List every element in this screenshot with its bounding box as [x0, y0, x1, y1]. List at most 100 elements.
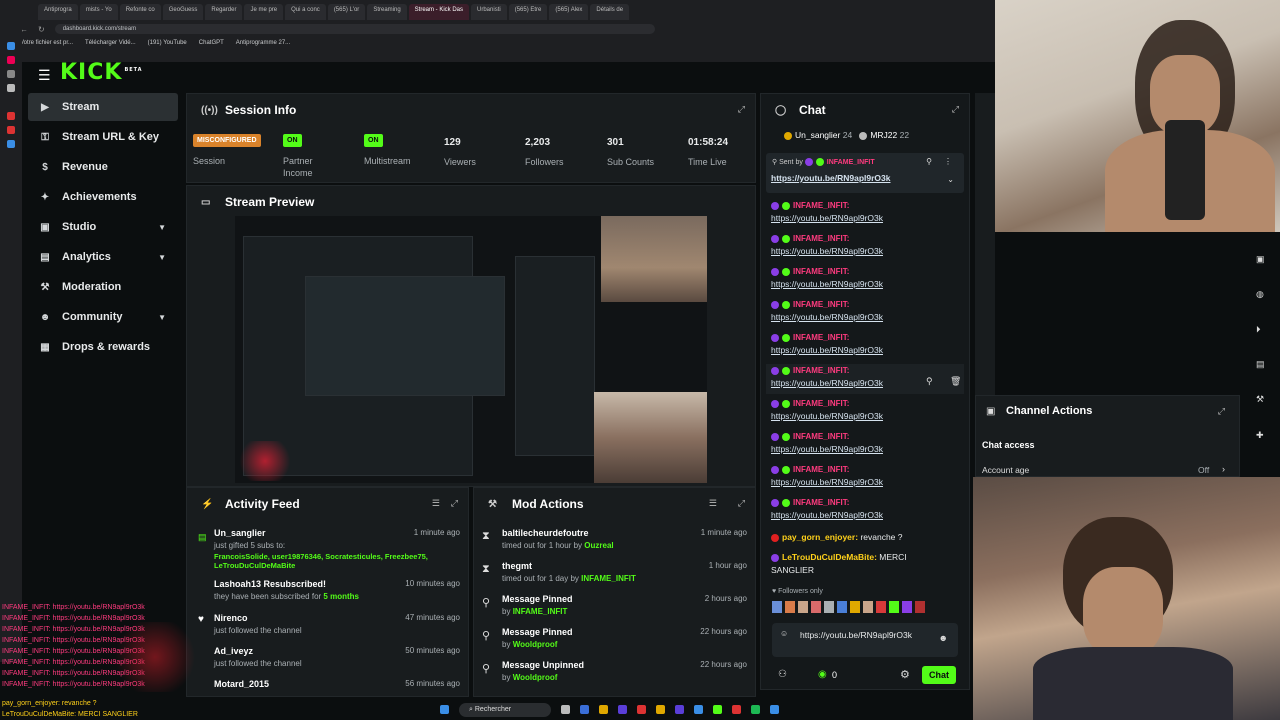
browser-tab[interactable]: Streaming [367, 4, 407, 20]
filter-icon[interactable]: ☰ [432, 498, 440, 509]
browser-tab[interactable]: Détails de [590, 4, 630, 20]
bookmark[interactable]: (191) YouTube [148, 40, 187, 46]
sidebar-item-revenue[interactable]: $ Revenue [28, 153, 178, 181]
chat-username[interactable]: INFAME_INFIT: [793, 234, 849, 243]
chat-username[interactable]: INFAME_INFIT: [793, 465, 849, 474]
browser-tab[interactable]: GeoGuess [162, 4, 204, 20]
spotify-icon[interactable] [751, 705, 761, 714]
browser-tab[interactable]: Urbanisti [471, 4, 507, 20]
tool-icon[interactable]: ▤ [1256, 359, 1265, 370]
expand-icon[interactable]: ⤢ [738, 498, 745, 509]
chat-username[interactable]: LeTrouDuCulDeMaBite: [782, 552, 877, 562]
emote[interactable] [824, 601, 834, 613]
app-icon[interactable] [7, 112, 15, 120]
expand-icon[interactable]: ⤢ [952, 104, 959, 115]
emote[interactable] [876, 601, 886, 613]
browser-tab[interactable]: Qui a conc [285, 4, 326, 20]
top-user[interactable]: MRJ22 [870, 130, 897, 140]
taskbar-app-icon[interactable] [656, 705, 666, 714]
sidebar-item-stream-url-key[interactable]: ⚿ Stream URL & Key [28, 123, 178, 151]
app-icon[interactable] [7, 70, 15, 78]
chevron-down-icon[interactable]: ▼ [158, 313, 166, 322]
browser-tab[interactable]: Refonte co [119, 4, 161, 20]
sidebar-item-analytics[interactable]: ▤ Analytics ▼ [28, 243, 178, 271]
chat-username[interactable]: INFAME_INFIT: [793, 399, 849, 408]
bookmark[interactable]: Télécharger Vidé... [85, 40, 136, 46]
emote[interactable] [837, 601, 847, 613]
taskbar-app-icon[interactable] [694, 705, 704, 714]
chat-input-value[interactable]: https://youtu.be/RN9apl9rO3k [800, 629, 924, 641]
sidebar-item-achievements[interactable]: ✦ Achievements [28, 183, 178, 211]
pin-icon[interactable]: ⚲ [926, 157, 932, 166]
app-icon[interactable] [7, 84, 15, 92]
pinned-link[interactable]: https://youtu.be/RN9apl9rO3k [771, 173, 891, 183]
chat-link[interactable]: https://youtu.be/RN9apl9rO3k [771, 312, 883, 322]
browser-tab[interactable]: (565) Etre [508, 4, 548, 20]
chat-link[interactable]: https://youtu.be/RN9apl9rO3k [771, 246, 883, 256]
chat-username[interactable]: INFAME_INFIT: [793, 201, 849, 210]
emoji-icon[interactable]: ☻ [939, 633, 948, 643]
expand-icon[interactable]: ⤢ [451, 498, 458, 509]
taskbar-app-icon[interactable] [732, 705, 742, 714]
chat-username[interactable]: INFAME_INFIT: [793, 366, 849, 375]
send-chat-button[interactable]: Chat [922, 666, 956, 684]
address-bar[interactable]: dashboard.kick.com/stream [54, 24, 655, 34]
filter-icon[interactable]: ☰ [709, 498, 717, 509]
browser-tab-active[interactable]: Stream - Kick Das [408, 4, 470, 20]
sidebar-item-stream[interactable]: ▶ Stream [28, 93, 178, 121]
expand-icon[interactable]: ⤢ [738, 104, 745, 115]
chat-username[interactable]: INFAME_INFIT: [793, 300, 849, 309]
emote[interactable] [785, 601, 795, 613]
chevron-down-icon[interactable]: ▼ [158, 253, 166, 262]
reload-icon[interactable]: ↻ [38, 25, 45, 34]
chat-link[interactable]: https://youtu.be/RN9apl9rO3k [771, 444, 883, 454]
expand-icon[interactable]: ⤢ [1218, 406, 1225, 417]
taskbar-app-icon[interactable] [675, 705, 685, 714]
chat-username[interactable]: INFAME_INFIT: [793, 432, 849, 441]
chevron-right-icon[interactable]: › [1222, 464, 1225, 474]
menu-icon[interactable]: ☰ [38, 67, 51, 84]
emote[interactable] [811, 601, 821, 613]
emote[interactable] [850, 601, 860, 613]
chat-link[interactable]: https://youtu.be/RN9apl9rO3k [771, 279, 883, 289]
emote[interactable] [863, 601, 873, 613]
emote[interactable] [798, 601, 808, 613]
bookmark[interactable]: Votre fichier est pr... [20, 40, 73, 46]
chat-input[interactable]: ☺ https://youtu.be/RN9apl9rO3k ☻ [772, 623, 958, 657]
emote[interactable] [902, 601, 912, 613]
browser-tab[interactable]: mists - Yo [79, 4, 118, 20]
kick-logo[interactable]: KICK BETA [60, 60, 143, 85]
sidebar-item-drops-rewards[interactable]: ▦ Drops & rewards [28, 333, 178, 361]
taskbar-app-icon[interactable] [637, 705, 647, 714]
windows-start-icon[interactable] [440, 705, 449, 714]
emote[interactable] [889, 601, 899, 613]
emote[interactable] [772, 601, 782, 613]
taskbar-app-icon[interactable] [580, 705, 590, 714]
chat-username[interactable]: pay_gorn_enjoyer: [782, 532, 858, 542]
delete-icon[interactable]: 🗑 [950, 376, 961, 387]
taskbar-search[interactable]: ⌕ Rechercher [459, 702, 552, 717]
taskbar-app-icon[interactable] [770, 705, 780, 714]
tool-icon[interactable]: ⏵ [1256, 324, 1261, 335]
folder-icon[interactable] [599, 705, 609, 714]
chat-username[interactable]: INFAME_INFIT: [793, 333, 849, 342]
browser-tab[interactable]: Je me pre [244, 4, 284, 20]
wrench-icon[interactable]: ⚒ [1256, 394, 1264, 405]
taskbar-app-icon[interactable] [713, 705, 723, 714]
chat-link[interactable]: https://youtu.be/RN9apl9rO3k [771, 345, 883, 355]
browser-tab[interactable]: (565) Alex [549, 4, 589, 20]
stream-preview-video[interactable] [235, 216, 707, 483]
tool-icon[interactable]: ◍ [1256, 289, 1264, 300]
points-icon[interactable]: ⚇ [778, 669, 787, 680]
browser-tab[interactable]: Antiprogra [38, 4, 78, 20]
account-age-value[interactable]: Off [1198, 465, 1209, 475]
chevron-down-icon[interactable]: ⌄ [947, 175, 954, 184]
more-icon[interactable]: ⋮ [944, 157, 952, 166]
sidebar-item-moderation[interactable]: ⚒ Moderation [28, 273, 178, 301]
browser-tab[interactable]: Regarder [205, 4, 243, 20]
emote[interactable] [915, 601, 925, 613]
puzzle-icon[interactable]: ✚ [1256, 430, 1264, 441]
taskbar-app-icon[interactable] [561, 705, 571, 714]
chat-username[interactable]: INFAME_INFIT: [793, 498, 849, 507]
chat-link[interactable]: https://youtu.be/RN9apl9rO3k [771, 411, 883, 421]
